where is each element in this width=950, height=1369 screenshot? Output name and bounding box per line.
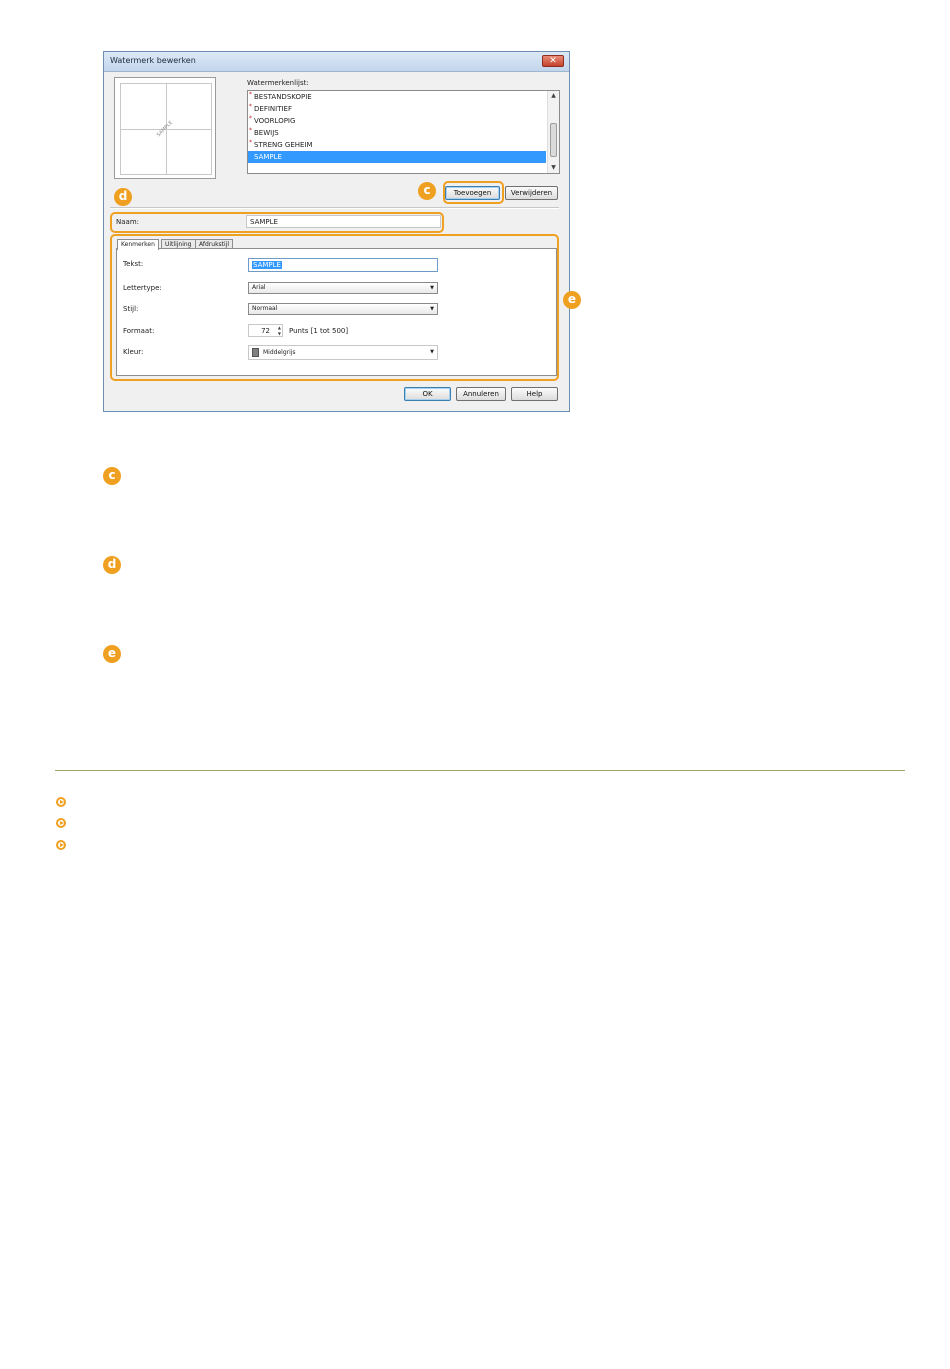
section-divider [55,770,905,771]
watermark-list-item-label: STRENG GEHEIM [254,141,313,149]
legend-d-badge: d [103,556,121,574]
watermark-list-item-label: DEFINITIEF [254,105,292,113]
watermark-list-item-label: BESTANDSKOPIE [254,93,312,101]
watermark-list-item-label: SAMPLE [254,153,282,161]
separator [110,207,559,209]
watermark-list-item-label: VOORLOPIG [254,117,296,125]
cancel-button[interactable]: Annuleren [456,387,506,401]
tab-attributes[interactable]: Kenmerken [117,239,159,250]
scroll-up-icon[interactable]: ▲ [548,91,559,101]
scroll-down-icon[interactable]: ▼ [548,163,559,173]
predefined-mark-icon: * [249,103,252,110]
predefined-mark-icon: * [249,127,252,134]
callout-c-badge: c [418,182,436,200]
close-icon: ✕ [549,56,557,66]
watermark-list-item[interactable]: * BEWIJS [248,127,546,139]
callout-d-highlight [110,212,444,233]
related-link-arrow-icon[interactable] [56,797,66,807]
dialog-titlebar[interactable]: Watermerk bewerken ✕ [104,52,569,72]
help-button[interactable]: Help [511,387,558,401]
related-link-arrow-icon[interactable] [56,840,66,850]
scroll-thumb[interactable] [550,123,557,157]
watermark-list-items: * BESTANDSKOPIE * DEFINITIEF * VOORLOPIG * BEWI… [248,91,559,163]
watermark-list-item-label: BEWIJS [254,129,279,137]
related-link-arrow-icon[interactable] [56,818,66,828]
callout-d-badge: d [114,188,132,206]
legend-c-badge: c [103,467,121,485]
dialog-title: Watermerk bewerken [110,56,196,65]
list-scrollbar[interactable]: ▲ ▼ [547,91,559,173]
remove-button[interactable]: Verwijderen [505,186,558,200]
preview-page: SAMPLE [120,83,212,175]
predefined-mark-icon: * [249,91,252,98]
watermark-list[interactable]: * BESTANDSKOPIE * DEFINITIEF * VOORLOPIG * BEWI… [247,90,560,174]
callout-e-badge: e [563,291,581,309]
ok-button[interactable]: OK [404,387,451,401]
callout-c-highlight [443,181,504,204]
watermark-list-item[interactable]: * STRENG GEHEIM [248,139,546,151]
watermark-list-item[interactable]: * DEFINITIEF [248,103,546,115]
callout-e-highlight [110,234,559,381]
predefined-mark-icon: * [249,115,252,122]
watermark-preview: SAMPLE [114,77,216,179]
watermark-list-item[interactable]: SAMPLE [248,151,546,163]
legend-e-badge: e [103,645,121,663]
close-button[interactable]: ✕ [542,55,564,67]
watermark-list-label: Watermerkenlijst: [247,79,309,87]
watermark-list-item[interactable]: * VOORLOPIG [248,115,546,127]
predefined-mark-icon: * [249,139,252,146]
watermark-list-item[interactable]: * BESTANDSKOPIE [248,91,546,103]
